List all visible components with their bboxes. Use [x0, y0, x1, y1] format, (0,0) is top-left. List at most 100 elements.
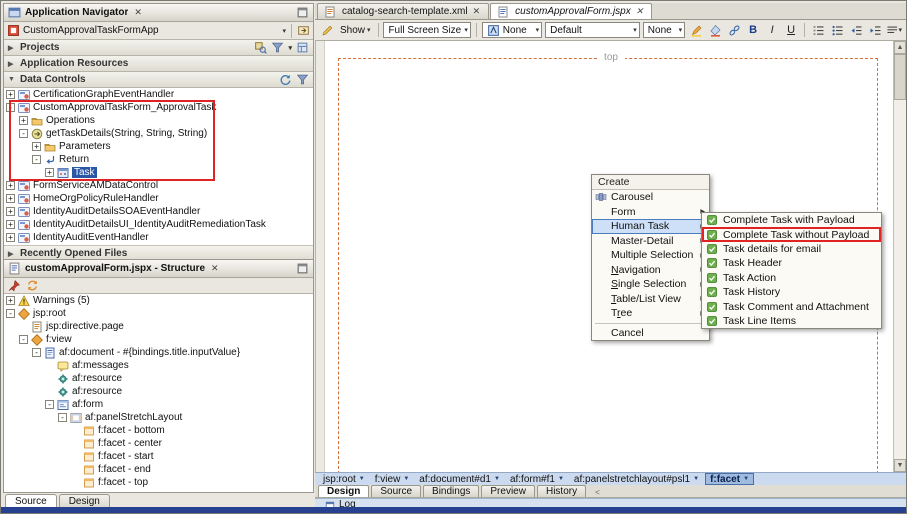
- close-icon[interactable]: ✕: [634, 6, 646, 17]
- breadcrumb-item-af-form-f1[interactable]: af:form#f1 ▼: [506, 473, 568, 485]
- editor-tab-catalog-search-template-xml[interactable]: catalog-search-template.xml ✕: [317, 3, 490, 19]
- tree-item[interactable]: + CertificationGraphEventHandler: [4, 88, 313, 101]
- canvas-vertical-scrollbar[interactable]: ▲ ▼: [893, 41, 906, 472]
- expand-icon[interactable]: +: [6, 207, 15, 216]
- tree-item[interactable]: + HomeOrgPolicyRuleHandler: [4, 192, 313, 205]
- font-select[interactable]: Default ▾: [545, 22, 640, 38]
- tree-item[interactable]: + Parameters: [4, 140, 313, 153]
- expand-icon[interactable]: +: [6, 181, 15, 190]
- tree-item[interactable]: f:facet - start: [4, 450, 313, 463]
- expand-icon[interactable]: +: [6, 220, 15, 229]
- tree-item[interactable]: af:resource: [4, 385, 313, 398]
- tree-item[interactable]: - af:document - #{bindings.title.inputVal…: [4, 346, 313, 359]
- expand-icon[interactable]: +: [6, 296, 15, 305]
- projects-section-header[interactable]: ▶ Projects ▾: [4, 40, 313, 56]
- tree-item[interactable]: af:messages: [4, 359, 313, 372]
- menu-item-form[interactable]: Form▶: [592, 205, 709, 220]
- tree-item[interactable]: jsp:directive.page: [4, 320, 313, 333]
- submenu-item-task-action[interactable]: Task Action: [702, 271, 881, 285]
- workspace-selector-label[interactable]: CustomApprovalTaskFormApp: [23, 25, 159, 36]
- tree-item[interactable]: - af:form: [4, 398, 313, 411]
- highlight-marker-icon[interactable]: [688, 22, 704, 38]
- underline-button[interactable]: U: [783, 22, 799, 38]
- submenu-item-task-line-items[interactable]: Task Line Items: [702, 314, 881, 328]
- bullet-list-icon[interactable]: [829, 22, 845, 38]
- panel-restore-icon[interactable]: [296, 6, 309, 19]
- link-icon[interactable]: [726, 22, 742, 38]
- close-icon[interactable]: ✕: [132, 7, 144, 18]
- decrease-indent-icon[interactable]: [848, 22, 864, 38]
- tree-item[interactable]: - jsp:root: [4, 307, 313, 320]
- expand-icon[interactable]: +: [32, 142, 41, 151]
- screen-size-select[interactable]: Full Screen Size ▾: [383, 22, 471, 38]
- submenu-item-task-details-for-email[interactable]: Task details for email: [702, 242, 881, 256]
- submenu-item-complete-task-with-payload[interactable]: Complete Task with Payload: [702, 213, 881, 227]
- bold-button[interactable]: B: [745, 22, 761, 38]
- tab-design[interactable]: Design: [318, 485, 370, 497]
- projects-menu-arrow-icon[interactable]: ▾: [288, 44, 292, 52]
- application-resources-section-header[interactable]: ▶ Application Resources: [4, 56, 313, 72]
- tab-source[interactable]: Source: [371, 485, 422, 497]
- tab-bindings[interactable]: Bindings: [423, 485, 480, 497]
- editor-tab-customapprovalform-jspx[interactable]: customApprovalForm.jspx ✕: [490, 3, 653, 19]
- breadcrumb-item-f-view[interactable]: f:view ▼: [371, 473, 414, 485]
- expand-icon[interactable]: +: [45, 168, 54, 177]
- edit-pencil-icon[interactable]: [319, 22, 335, 38]
- expand-icon[interactable]: +: [6, 233, 15, 242]
- submenu-item-complete-task-without-payload[interactable]: Complete Task without Payload: [702, 227, 881, 242]
- tree-item[interactable]: + IdentityAuditDetailsUI_IdentityAuditRem…: [4, 218, 313, 231]
- scrollbar-thumb[interactable]: [894, 54, 906, 100]
- pin-icon[interactable]: [8, 279, 21, 292]
- breadcrumb-item-af-panelstretchlayout-psl1[interactable]: af:panelstretchlayout#psl1 ▼: [570, 473, 703, 485]
- justify-dropdown[interactable]: ▾: [886, 22, 902, 38]
- data-controls-section-header[interactable]: ▼ Data Controls: [4, 72, 313, 88]
- collapse-icon[interactable]: -: [19, 335, 28, 344]
- refresh-icon[interactable]: [279, 73, 292, 86]
- tree-item[interactable]: + FormServiceAMDataControl: [4, 179, 313, 192]
- workspace-menu-icon[interactable]: [297, 24, 310, 37]
- scroll-up-icon[interactable]: ▲: [894, 41, 906, 54]
- menu-item-carousel[interactable]: Carousel: [592, 190, 709, 205]
- tree-item[interactable]: + Warnings (5): [4, 294, 313, 307]
- tree-item[interactable]: f:facet - bottom: [4, 424, 313, 437]
- tab-history[interactable]: History: [536, 485, 587, 497]
- design-canvas[interactable]: top ▲ ▼ Create CarouselForm▶Human Task▶M…: [315, 41, 906, 472]
- submenu-item-task-comment-and-attachment[interactable]: Task Comment and Attachment: [702, 299, 881, 313]
- tree-item[interactable]: f:facet - top: [4, 476, 313, 489]
- close-icon[interactable]: ✕: [209, 263, 221, 274]
- collapse-icon[interactable]: -: [32, 348, 41, 357]
- breadcrumb-item-jsp-root[interactable]: jsp:root ▼: [319, 473, 369, 485]
- projects-settings-icon[interactable]: [296, 41, 309, 54]
- tree-item[interactable]: - Return: [4, 153, 313, 166]
- increase-indent-icon[interactable]: [867, 22, 883, 38]
- collapse-icon[interactable]: -: [58, 413, 67, 422]
- package-search-icon[interactable]: [254, 41, 268, 54]
- submenu-item-task-history[interactable]: Task History: [702, 285, 881, 299]
- filter-icon[interactable]: [296, 73, 309, 86]
- expand-icon[interactable]: +: [6, 90, 15, 99]
- menu-item-human-task[interactable]: Human Task▶: [592, 219, 709, 234]
- font-size-select[interactable]: None ▾: [642, 22, 686, 38]
- collapse-icon[interactable]: -: [45, 400, 54, 409]
- breadcrumb-item-af-document-d1[interactable]: af:document#d1 ▼: [415, 473, 504, 485]
- background-color-icon[interactable]: [707, 22, 723, 38]
- tree-item[interactable]: - CustomApprovalTaskForm_ApprovalTask: [4, 101, 313, 114]
- tree-item[interactable]: f:facet - center: [4, 437, 313, 450]
- breadcrumb-item-f-facet[interactable]: f:facet ▼: [705, 473, 755, 485]
- submenu-item-task-header[interactable]: Task Header: [702, 256, 881, 270]
- tree-item[interactable]: + Operations: [4, 114, 313, 127]
- italic-button[interactable]: I: [764, 22, 780, 38]
- menu-item-master-detail[interactable]: Master-Detail▶: [592, 234, 709, 249]
- panel-restore-icon[interactable]: [296, 262, 309, 275]
- scroll-down-icon[interactable]: ▼: [894, 459, 906, 472]
- filter-icon[interactable]: [271, 41, 284, 54]
- show-dropdown[interactable]: Show ▾: [338, 25, 373, 36]
- sync-icon[interactable]: [26, 279, 39, 292]
- tree-item[interactable]: + Task: [4, 166, 313, 179]
- tab-scroll-left-icon[interactable]: <: [592, 488, 603, 497]
- tree-item[interactable]: - getTaskDetails(String, String, String): [4, 127, 313, 140]
- workspace-dropdown-icon[interactable]: ▾: [282, 27, 286, 35]
- menu-item-single-selection[interactable]: Single Selection▶: [592, 277, 709, 292]
- collapse-icon[interactable]: -: [32, 155, 41, 164]
- menu-item-navigation[interactable]: Navigation▶: [592, 263, 709, 278]
